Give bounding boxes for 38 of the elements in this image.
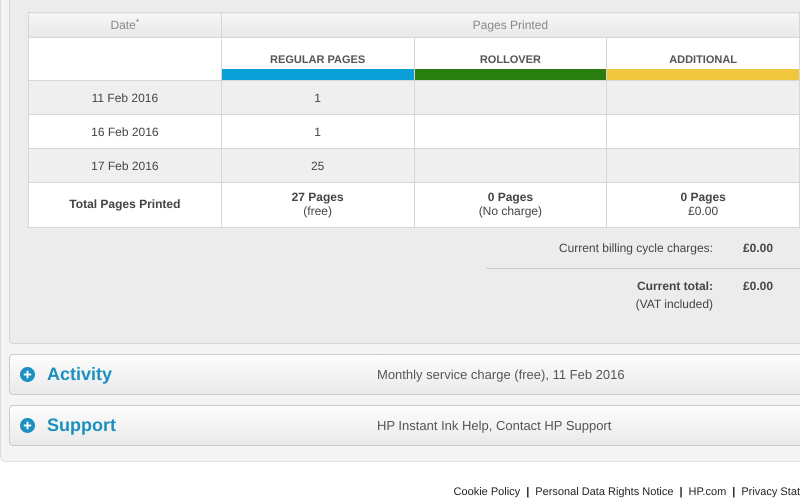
table-cell: 1: [221, 114, 414, 148]
table-cell: 1: [221, 80, 414, 114]
table-cell-text: 27 Pages: [290, 191, 345, 205]
table-cell-text: (free): [302, 205, 333, 219]
table-cell-text: 0 Pages: [486, 191, 534, 205]
summary-value: £0.00: [742, 278, 773, 295]
section-header[interactable]: Support HP Instant Ink Help, Contact HP Support: [9, 405, 800, 446]
table-cell-text: (No charge): [478, 205, 544, 219]
expand-icon[interactable]: [20, 367, 35, 382]
section-title: Support: [47, 414, 117, 437]
footer-link[interactable]: Cookie Policy: [454, 484, 520, 499]
table-cell-text: 0 Pages: [679, 191, 727, 205]
column-header: ADDITIONAL: [668, 53, 738, 68]
table-cell: 17 Feb 2016: [28, 148, 222, 182]
summary-value: £0.00: [742, 240, 773, 257]
separator: |: [732, 485, 736, 499]
column-header: Date$^{*}$: [28, 12, 222, 38]
table-cell: 16 Feb 2016: [28, 114, 222, 148]
expand-icon[interactable]: [20, 418, 35, 433]
column-header: Pages Printed: [221, 12, 800, 38]
table-cell: 11 Feb 2016: [28, 80, 222, 114]
section-summary: HP Instant Ink Help, Contact HP Support: [377, 416, 612, 435]
separator: |: [679, 485, 683, 499]
section-summary: Monthly service charge (free), 11 Feb 2016: [377, 366, 625, 384]
footer-link[interactable]: HP.com: [688, 484, 726, 499]
footer-link[interactable]: Personal Data Rights Notice: [535, 484, 674, 499]
separator: |: [526, 485, 530, 499]
table-cell: 25: [221, 148, 414, 182]
column-header: REGULAR PAGES: [269, 53, 366, 68]
table-cell: Total Pages Printed: [28, 182, 222, 228]
section-header[interactable]: Activity Monthly service charge (free), 11 Feb 2016: [9, 354, 800, 395]
footer-link[interactable]: Privacy Stat: [741, 484, 800, 499]
summary-label: Current billing cycle charges:: [558, 240, 713, 257]
summary-note: (VAT included): [636, 296, 713, 313]
column-header: ROLLOVER: [478, 53, 542, 68]
table-cell-text: £0.00: [687, 205, 720, 219]
summary-label: Current total:: [636, 278, 713, 295]
section-title: Activity: [47, 363, 114, 386]
